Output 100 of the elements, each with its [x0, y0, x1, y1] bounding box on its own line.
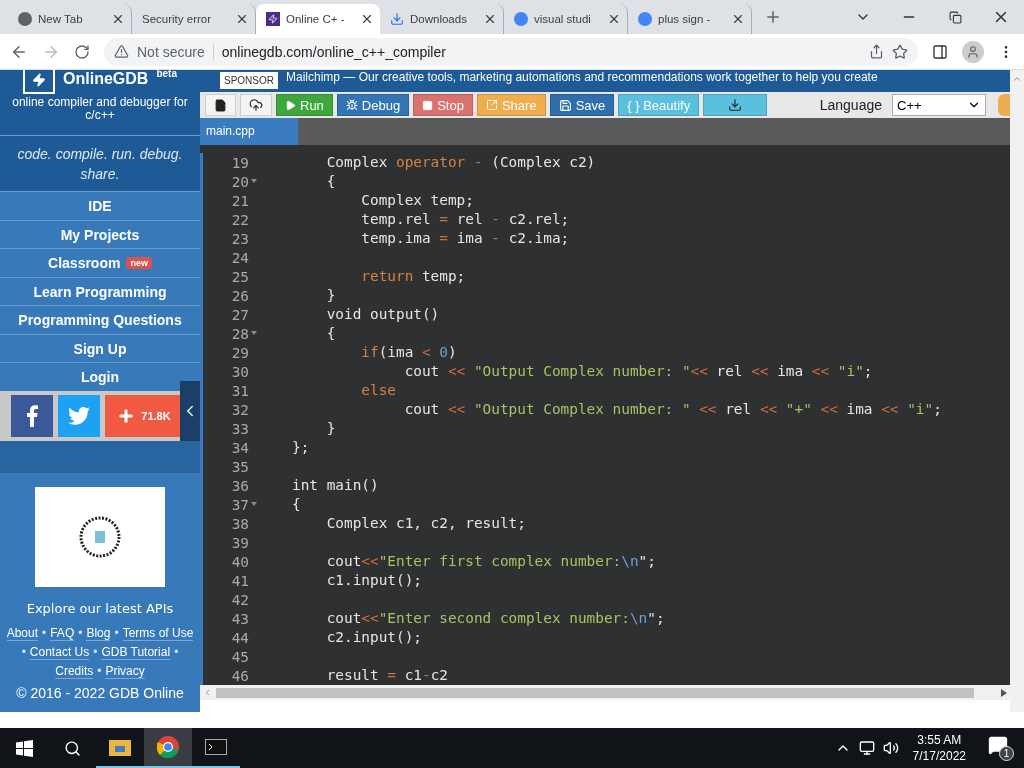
close-icon[interactable]: [731, 12, 745, 26]
line-number: 23: [231, 230, 249, 247]
share-count: 71.8K: [141, 409, 171, 422]
upload-button[interactable]: [240, 94, 272, 117]
line-number: 36: [231, 477, 249, 494]
code-line: {: [325, 324, 337, 344]
nav-label[interactable]: Classroom: [48, 255, 121, 272]
close-icon[interactable]: [607, 12, 621, 26]
code-line: cout<<"Enter second complex number:\n";: [325, 609, 666, 629]
line-number: 46: [231, 667, 249, 684]
code-line: cout << "Output Complex number: " << rel << "+" << ima << "i";: [403, 400, 943, 420]
profile-icon[interactable]: [962, 40, 984, 63]
debug-button[interactable]: Debug: [336, 94, 410, 117]
separator: •: [174, 644, 179, 660]
line-number: 38: [231, 515, 249, 532]
subtitle: online compiler and debugger for c/c++: [11, 96, 189, 123]
nav-item[interactable]: Classroom new: [0, 248, 200, 277]
address-bar[interactable]: Not secure onlinegdb.com/online_c++_compiler: [104, 37, 918, 66]
scroll-right-icon[interactable]: [1001, 688, 1007, 697]
save-button[interactable]: Save: [549, 94, 615, 117]
line-number: 22: [231, 211, 249, 228]
language-select[interactable]: C++: [892, 94, 986, 117]
nav-item[interactable]: Learn Programming: [0, 276, 200, 306]
line-number: 43: [231, 610, 249, 627]
footer-link[interactable]: Credits: [55, 663, 94, 679]
volume-icon[interactable]: [882, 740, 899, 756]
ad-text: Explore our latest APIs: [26, 600, 174, 616]
code-line: cout << "Output Complex number: "<< rel << ima << "i";: [403, 362, 874, 382]
line-number: 42: [231, 591, 249, 608]
footer-link[interactable]: Contact Us: [29, 644, 90, 660]
code-line: int main(): [292, 476, 380, 496]
code-line: c2.input();: [325, 628, 423, 648]
nav-item[interactable]: My Projects: [0, 219, 200, 249]
reload-icon[interactable]: [74, 43, 90, 60]
fold-caret-icon[interactable]: [251, 502, 257, 507]
code-line: c1.input();: [325, 571, 423, 591]
bookmark-star-icon[interactable]: [892, 43, 908, 60]
code-line: else: [360, 381, 397, 401]
close-icon[interactable]: [360, 12, 374, 26]
taskbar-app[interactable]: [144, 728, 192, 768]
sponsor-text: Mailchimp — Our creative tools, marketing automations and recommendations work together to help you create: [286, 70, 878, 85]
new-file-button[interactable]: [205, 94, 236, 117]
stop-button[interactable]: Stop: [413, 94, 473, 117]
facebook-icon: [26, 404, 38, 427]
line-number: 37: [231, 496, 249, 513]
scrollbar-thumb[interactable]: [216, 687, 974, 698]
code-line: {: [292, 495, 302, 515]
beta-label: beta: [156, 68, 177, 80]
footer-link[interactable]: Blog: [86, 625, 111, 641]
network-icon[interactable]: [858, 740, 875, 756]
close-icon[interactable]: [483, 12, 497, 26]
footer-link[interactable]: FAQ: [50, 625, 75, 641]
line-number: 39: [231, 534, 249, 551]
side-panel-icon[interactable]: [932, 43, 948, 60]
twitter-button[interactable]: [58, 394, 100, 437]
code-line: {: [325, 172, 337, 192]
line-number: 20: [231, 173, 249, 190]
separator: •: [78, 625, 83, 641]
cloud-upload-icon: [249, 98, 263, 113]
close-icon[interactable]: [235, 12, 249, 26]
line-number: 25: [231, 268, 249, 285]
clock[interactable]: 3:55 AM 7/17/2022: [912, 732, 966, 764]
line-number: 40: [231, 553, 249, 570]
separator: •: [97, 663, 102, 679]
code-line: Complex c1, c2, result;: [325, 514, 527, 534]
nav-item[interactable]: Sign Up: [0, 333, 200, 363]
footer-link[interactable]: About: [6, 625, 38, 641]
line-number: 21: [231, 192, 249, 209]
browser-tab[interactable]: Online C+ -: [256, 4, 380, 34]
share-icon: [485, 99, 498, 112]
folder-icon: [109, 738, 131, 756]
share-count-button[interactable]: 71.8K: [105, 394, 183, 437]
fold-caret-icon[interactable]: [251, 179, 257, 184]
sponsor-label: SPONSOR: [220, 72, 278, 90]
nav-item[interactable]: Programming Questions: [0, 305, 200, 334]
code-line: Complex operator - (Complex c2): [325, 153, 597, 173]
code-line: result = c1-c2: [325, 666, 449, 686]
footer-link[interactable]: GDB Tutorial: [101, 644, 171, 660]
warning-icon: [114, 44, 129, 60]
close-icon[interactable]: [111, 12, 125, 26]
save-icon: [558, 98, 572, 112]
footer-link[interactable]: Terms of Use: [122, 625, 194, 641]
download-icon: [390, 12, 404, 26]
nav-item[interactable]: IDE: [0, 191, 200, 220]
bird-icon: [68, 406, 90, 425]
run-button[interactable]: Run: [276, 94, 333, 117]
facebook-button[interactable]: [11, 394, 53, 437]
line-number: 41: [231, 572, 249, 589]
code-line: }: [325, 419, 337, 439]
fold-caret-icon[interactable]: [251, 331, 257, 336]
plus-icon: [117, 406, 136, 425]
separator: •: [21, 644, 26, 660]
share-icon[interactable]: [869, 44, 884, 60]
download-button[interactable]: [703, 94, 768, 117]
footer-link[interactable]: Privacy: [105, 663, 145, 679]
line-number: 35: [231, 458, 249, 475]
file-tab[interactable]: main.cpp: [200, 118, 298, 146]
line-number: 28: [231, 325, 249, 342]
code-line: };: [292, 438, 311, 458]
new-tab-icon[interactable]: [764, 8, 782, 26]
